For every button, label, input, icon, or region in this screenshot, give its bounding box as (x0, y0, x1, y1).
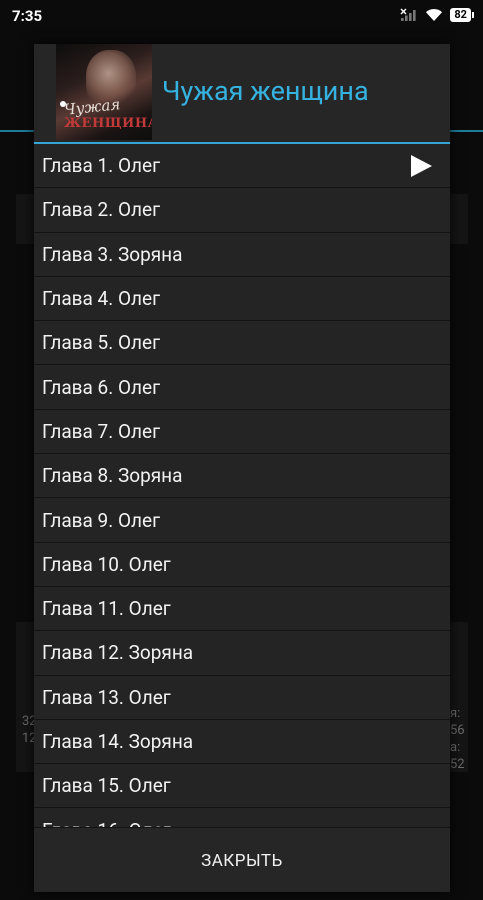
status-bar: 7:35 82 (0, 0, 483, 34)
book-cover-image: Чужая ЖЕНЩИНА (56, 44, 152, 140)
chapter-label: Глава 4. Олег (42, 287, 161, 311)
chapter-label: Глава 8. Зоряна (42, 464, 183, 488)
chapter-item[interactable]: Глава 6. Олег (34, 365, 450, 410)
chapter-item[interactable]: Глава 13. Олег (34, 676, 450, 720)
background-text: я: (450, 706, 461, 721)
dialog-header: Чужая ЖЕНЩИНА Чужая женщина (34, 44, 450, 142)
chapter-label: Глава 3. Зоряна (42, 242, 183, 266)
background-card (448, 194, 468, 244)
dialog-title: Чужая женщина (162, 75, 369, 107)
chapter-item[interactable]: Глава 14. Зоряна (34, 720, 450, 765)
chapter-item[interactable]: Глава 3. Зоряна (34, 233, 450, 277)
chapter-label: Глава 13. Олег (42, 685, 171, 709)
chapter-label: Глава 2. Олег (42, 198, 161, 222)
chapter-label: Глава 12. Зоряна (42, 641, 194, 665)
chapter-item[interactable]: Глава 2. Олег (34, 188, 450, 233)
chapter-item[interactable]: Глава 11. Олег (34, 587, 450, 632)
chapter-label: Глава 14. Зоряна (42, 730, 194, 753)
chapter-item[interactable]: Глава 15. Олег (34, 764, 450, 809)
chapter-item[interactable]: Глава 7. Олег (34, 410, 450, 455)
background-card (16, 194, 36, 244)
chapter-list[interactable]: Глава 1. Олег Глава 2. Олег Глава 3. Зор… (34, 144, 450, 827)
close-button[interactable]: ЗАКРЫТЬ (181, 841, 303, 881)
dialog-footer: ЗАКРЫТЬ (34, 827, 450, 892)
cover-word-text: ЖЕНЩИНА (64, 116, 152, 131)
chapter-label: Глава 11. Олег (42, 597, 171, 621)
chapter-label: Глава 5. Олег (42, 331, 161, 355)
chapter-label: Глава 15. Олег (42, 774, 171, 798)
play-icon (411, 155, 432, 177)
chapter-item[interactable]: Глава 8. Зоряна (34, 454, 450, 499)
background-text: 56 (450, 723, 465, 738)
chapter-label: Глава 10. Олег (42, 552, 171, 576)
chapter-item[interactable]: Глава 9. Олег (34, 498, 450, 543)
background-text: а: (450, 740, 461, 755)
screen: 32 12 я: 56 а: 52 7:35 82 Чужая ЖЕНЩИНА … (0, 0, 483, 900)
chapter-item[interactable]: Глава 5. Олег (34, 321, 450, 366)
chapter-label: Глава 6. Олег (42, 375, 161, 399)
chapter-item[interactable]: Глава 1. Олег (34, 144, 450, 189)
chapter-item[interactable]: Глава 4. Олег (34, 277, 450, 322)
chapters-dialog: Чужая ЖЕНЩИНА Чужая женщина Глава 1. Оле… (34, 44, 450, 892)
chapter-label: Глава 16. Олег (42, 819, 171, 827)
chapter-item[interactable]: Глава 10. Олег (34, 543, 450, 587)
chapter-item[interactable]: Глава 16. Олег (34, 808, 450, 827)
status-icons: 82 (400, 8, 474, 22)
background-text: 52 (450, 757, 465, 772)
background-card (16, 622, 36, 772)
status-time: 7:35 (12, 7, 43, 25)
battery-icon: 82 (450, 8, 474, 22)
wifi-icon (426, 8, 443, 21)
chapter-label: Глава 7. Олег (42, 419, 161, 443)
chapter-label: Глава 9. Олег (42, 508, 161, 532)
chapter-label: Глава 1. Олег (42, 154, 161, 178)
signal-icon (400, 8, 416, 21)
chapter-item[interactable]: Глава 12. Зоряна (34, 631, 450, 676)
